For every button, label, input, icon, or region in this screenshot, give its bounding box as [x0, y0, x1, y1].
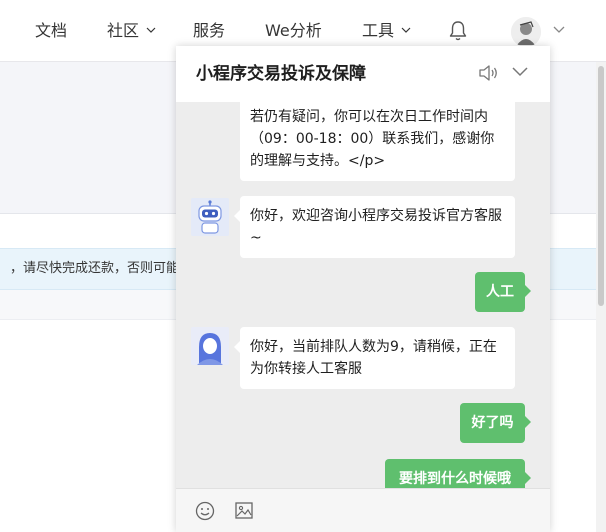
- message-bubble-service: 哦。 若仍有疑问，你可以在次日工作时间内（09：00-18：00）联系我们，感谢…: [240, 102, 515, 181]
- message-bubble-user: 好了吗: [460, 403, 531, 443]
- image-icon[interactable]: [235, 502, 253, 519]
- chat-input-toolbar: [176, 488, 550, 532]
- bell-icon[interactable]: [448, 20, 468, 42]
- message-list[interactable]: 哦。 若仍有疑问，你可以在次日工作时间内（09：00-18：00）联系我们，感谢…: [176, 102, 550, 488]
- avatar[interactable]: [511, 17, 541, 47]
- agent-avatar: [191, 327, 229, 365]
- nav-item-community[interactable]: 社区: [107, 0, 156, 62]
- chevron-down-icon: [401, 27, 411, 33]
- chevron-down-icon: [146, 27, 156, 33]
- page-scrollbar-thumb[interactable]: [598, 66, 604, 306]
- chat-header: 小程序交易投诉及保障: [176, 46, 550, 102]
- message-bubble-user: 人工: [475, 272, 531, 312]
- message-bubble-user: 要排到什么时候哦: [385, 459, 531, 488]
- customer-service-chat: 小程序交易投诉及保障 哦。 若仍有疑问，你可以在次日工作时间内（09：00-18…: [176, 46, 550, 532]
- chevron-down-icon[interactable]: [511, 66, 529, 78]
- nav-item-label: 社区: [107, 21, 140, 40]
- user-avatar-icon: [511, 17, 541, 47]
- message-bubble-service: 你好，欢迎咨询小程序交易投诉官方客服~: [234, 196, 515, 258]
- chat-title: 小程序交易投诉及保障: [196, 64, 366, 84]
- agent-icon: [191, 327, 229, 365]
- robot-avatar: [191, 198, 229, 236]
- emoji-icon[interactable]: [195, 501, 215, 521]
- nav-item-label: 服务: [193, 21, 226, 40]
- speaker-icon[interactable]: [478, 64, 500, 82]
- notice-text: ，请尽快完成还款，否则可能: [10, 261, 176, 276]
- chevron-down-icon[interactable]: [553, 26, 565, 34]
- robot-icon: [191, 198, 229, 236]
- nav-item-label: 工具: [362, 21, 395, 40]
- nav-item-label: We分析: [265, 21, 322, 40]
- nav-item-label: 文档: [35, 21, 68, 40]
- nav-item-docs[interactable]: 文档: [35, 0, 67, 62]
- message-bubble-service: 你好，当前排队人数为9，请稍候，正在为你转接人工客服: [234, 327, 515, 389]
